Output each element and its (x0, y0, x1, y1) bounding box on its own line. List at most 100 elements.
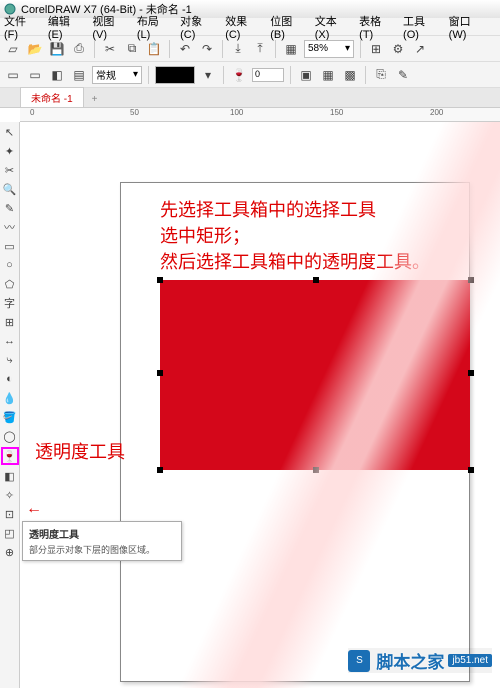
menu-window[interactable]: 窗口(W) (449, 13, 486, 41)
tooltip-description: 部分显示对象下层的图像区域。 (29, 543, 175, 556)
prop-icon[interactable]: ▭ (4, 66, 22, 84)
edit-icon[interactable]: ✎ (394, 66, 412, 84)
selection-handle[interactable] (313, 277, 319, 283)
paste-icon[interactable]: 📋 (145, 40, 163, 58)
outline-tool-icon[interactable]: ◯ (2, 428, 18, 444)
connector-tool-icon[interactable]: ⤷ (2, 352, 18, 368)
open-icon[interactable]: 📂 (26, 40, 44, 58)
style-combo[interactable]: 常规▾ (92, 66, 142, 84)
menu-text[interactable]: 文本(X) (315, 13, 349, 41)
redo-icon[interactable]: ↷ (198, 40, 216, 58)
ellipse-tool-icon[interactable]: ○ (2, 257, 18, 273)
crop-tool-icon[interactable]: ✂ (2, 162, 18, 178)
selection-handle[interactable] (468, 467, 474, 473)
zoom-tool-icon[interactable]: 🔍 (2, 181, 18, 197)
print-icon[interactable]: ⎙ (70, 40, 88, 58)
menu-bitmap[interactable]: 位图(B) (270, 13, 304, 41)
document-tabs: 未命名 -1 + (0, 88, 500, 108)
apply-icon[interactable]: ▦ (319, 66, 337, 84)
save-icon[interactable]: 💾 (48, 40, 66, 58)
prop-icon[interactable]: ◧ (48, 66, 66, 84)
export-icon[interactable]: ⤒ (251, 40, 269, 58)
ruler-mark: 50 (130, 108, 139, 117)
publish-icon[interactable]: ▦ (282, 40, 300, 58)
artistic-tool-icon[interactable]: 〰 (2, 219, 18, 235)
separator (94, 40, 95, 58)
tool-tooltip: 透明度工具 部分显示对象下层的图像区域。 (22, 521, 182, 561)
separator (148, 66, 149, 84)
eyedropper-tool-icon[interactable]: 💧 (2, 390, 18, 406)
separator (365, 66, 366, 84)
tab-add-button[interactable]: + (84, 92, 106, 107)
new-icon[interactable]: ▱ (4, 40, 22, 58)
menu-file[interactable]: 文件(F) (4, 13, 38, 41)
watermark-url: jb51.net (448, 654, 492, 667)
watermark-text: 脚本之家 (376, 648, 444, 673)
pick-tool-icon[interactable]: ↖ (2, 124, 18, 140)
menu-table[interactable]: 表格(T) (359, 13, 393, 41)
anno-line: 选中矩形； (160, 223, 430, 249)
apply-icon[interactable]: ▩ (341, 66, 359, 84)
tool-icon[interactable]: ⊕ (2, 544, 18, 560)
undo-icon[interactable]: ↶ (176, 40, 194, 58)
selection-handle[interactable] (468, 370, 474, 376)
toolbox: ↖ ✦ ✂ 🔍 ✎ 〰 ▭ ○ ⬠ 字 ⊞ ↔ ⤷ ◐ 💧 🪣 ◯ 🍷 ◧ ✧ … (0, 122, 20, 688)
num-input[interactable]: 0 (252, 68, 284, 82)
selection-handle[interactable] (157, 467, 163, 473)
selection-handle[interactable] (157, 370, 163, 376)
fill-color[interactable] (155, 66, 195, 84)
transparency-tool-icon[interactable]: 🍷 (1, 447, 19, 465)
options-icon[interactable]: ⚙ (389, 40, 407, 58)
separator (223, 66, 224, 84)
ruler-mark: 200 (430, 108, 443, 117)
dimension-tool-icon[interactable]: ↔ (2, 333, 18, 349)
anno-line: 然后选择工具箱中的透明度工具。 (160, 249, 430, 275)
smart-tool-icon[interactable]: ✧ (2, 487, 18, 503)
tool-icon[interactable]: ◰ (2, 525, 18, 541)
prop-icon[interactable]: ▤ (70, 66, 88, 84)
effects-tool-icon[interactable]: ◐ (2, 371, 18, 387)
menu-object[interactable]: 对象(C) (180, 13, 215, 41)
text-tool-icon[interactable]: 字 (2, 295, 18, 311)
selection-handle[interactable] (313, 467, 319, 473)
ruler-mark: 150 (330, 108, 343, 117)
menu-layout[interactable]: 布局(L) (137, 13, 170, 41)
polygon-tool-icon[interactable]: ⬠ (2, 276, 18, 292)
separator (290, 66, 291, 84)
site-watermark: S 脚本之家 jb51.net (348, 648, 492, 673)
ruler-mark: 0 (30, 108, 34, 117)
copy-icon[interactable]: ⧉ (123, 40, 141, 58)
shape-tool-icon[interactable]: ✦ (2, 143, 18, 159)
fill-tool-icon[interactable]: 🪣 (2, 409, 18, 425)
import-icon[interactable]: ⤓ (229, 40, 247, 58)
transparency-icon[interactable]: 🍷 (230, 66, 248, 84)
cut-icon[interactable]: ✂ (101, 40, 119, 58)
separator (169, 40, 170, 58)
prop-icon[interactable]: ▭ (26, 66, 44, 84)
tool-icon[interactable]: ⊡ (2, 506, 18, 522)
menu-view[interactable]: 视图(V) (92, 13, 126, 41)
interactive-tool-icon[interactable]: ◧ (2, 468, 18, 484)
freehand-tool-icon[interactable]: ✎ (2, 200, 18, 216)
ruler-mark: 100 (230, 108, 243, 117)
copy-prop-icon[interactable]: ⎘ (372, 66, 390, 84)
selection-handle[interactable] (468, 277, 474, 283)
apply-icon[interactable]: ▣ (297, 66, 315, 84)
selected-rectangle[interactable] (160, 280, 470, 470)
horizontal-ruler: 0 50 100 150 200 (20, 108, 500, 122)
selection-handle[interactable] (157, 277, 163, 283)
rectangle-tool-icon[interactable]: ▭ (2, 238, 18, 254)
table-tool-icon[interactable]: ⊞ (2, 314, 18, 330)
menu-edit[interactable]: 编辑(E) (48, 13, 82, 41)
canvas-area[interactable]: 先选择工具箱中的选择工具 选中矩形； 然后选择工具箱中的透明度工具。 (20, 122, 500, 688)
dropdown-icon[interactable]: ▾ (199, 66, 217, 84)
launch-icon[interactable]: ↗ (411, 40, 429, 58)
menu-tools[interactable]: 工具(O) (403, 13, 439, 41)
menu-effects[interactable]: 效果(C) (225, 13, 260, 41)
arrow-annotation: ← (26, 500, 42, 518)
doc-tab-active[interactable]: 未命名 -1 (20, 87, 84, 107)
snap-icon[interactable]: ⊞ (367, 40, 385, 58)
anno-line: 先选择工具箱中的选择工具 (160, 197, 430, 223)
annotation-text: 先选择工具箱中的选择工具 选中矩形； 然后选择工具箱中的透明度工具。 (160, 197, 430, 275)
zoom-combo[interactable]: 58%▾ (304, 40, 354, 58)
